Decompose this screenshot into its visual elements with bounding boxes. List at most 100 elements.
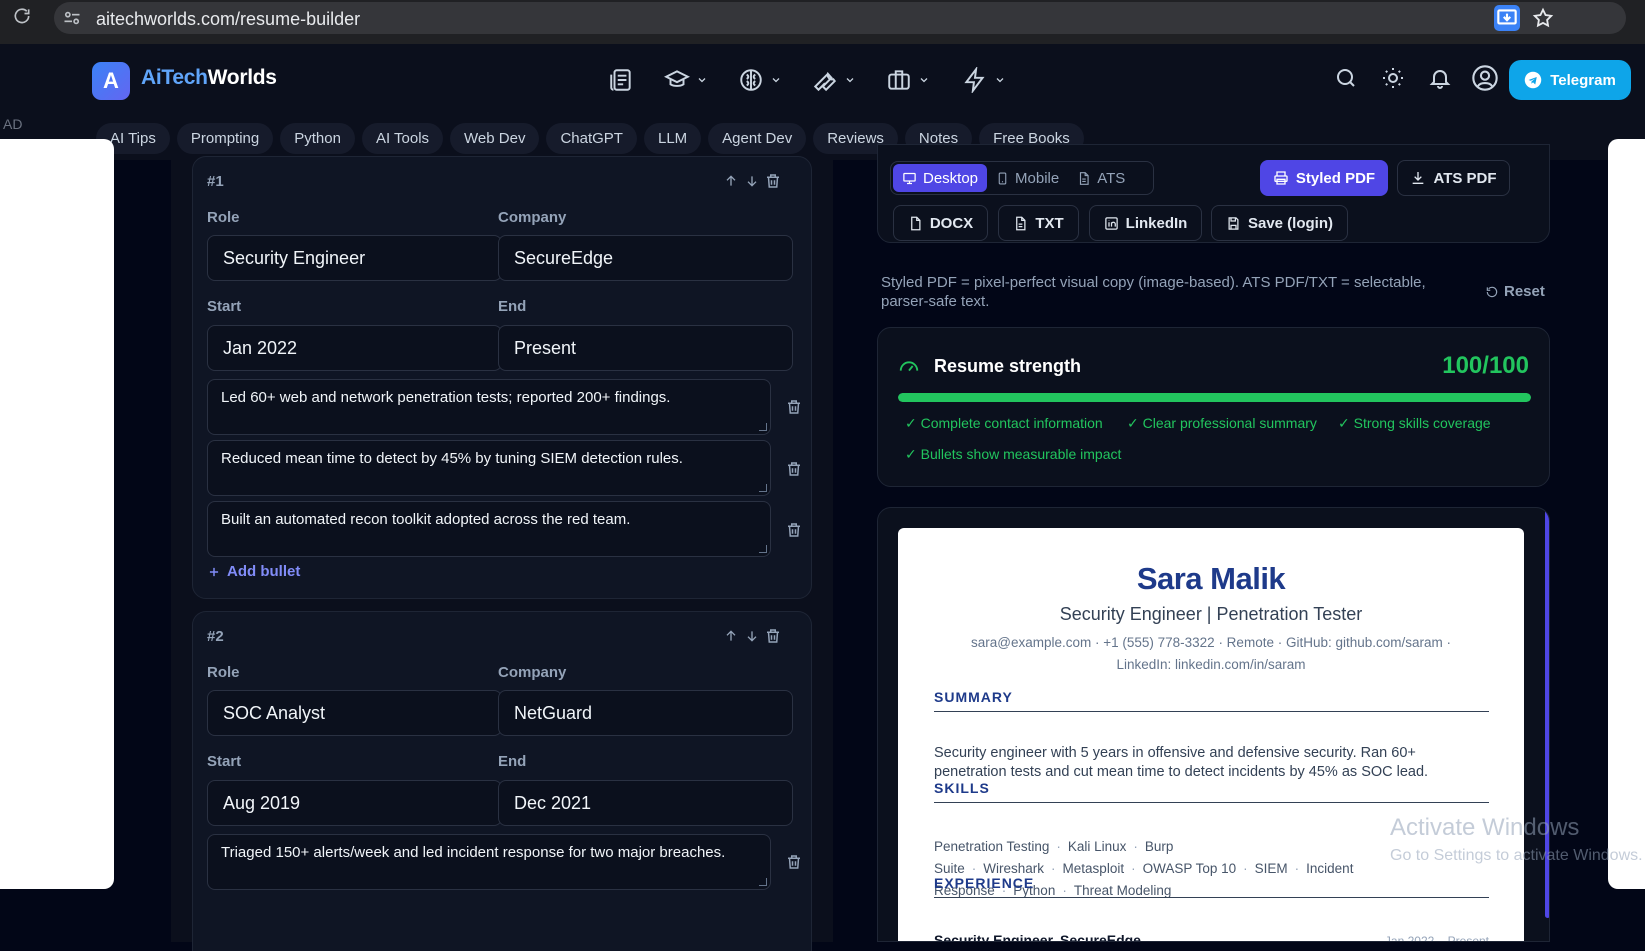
move-down-icon[interactable] [744,628,760,644]
delete-bullet-icon[interactable] [785,460,803,478]
resize-handle[interactable] [759,423,767,431]
url-text[interactable]: aitechworlds.com/resume-builder [96,9,360,30]
skill-item: OWASP Top 10 [1142,861,1237,876]
strength-progress-bar [898,393,1531,402]
start-date-input[interactable]: Aug 2019 [207,780,502,826]
lightning-icon [964,67,985,93]
start-date-input[interactable]: Jan 2022 [207,325,502,371]
skill-separator: · [1131,861,1136,876]
experience-card: #1 Role Company Security Engineer Secure… [192,156,812,599]
resume-page: Sara Malik Security Engineer | Penetrati… [898,528,1524,942]
nav-learn-menu[interactable] [664,66,708,94]
telegram-button[interactable]: Telegram [1509,60,1631,100]
phone-icon [998,172,1007,184]
monitor-icon [903,172,916,184]
experience-index: #2 [207,628,224,645]
resize-handle[interactable] [759,545,767,553]
install-app-icon[interactable] [1494,5,1520,31]
tab-mobile[interactable]: Mobile [987,164,1068,192]
resize-handle[interactable] [759,878,767,886]
plus-icon [209,567,219,576]
reload-icon[interactable] [12,6,32,26]
resume-experience-dates: Jan 2022 – Present [1384,934,1489,942]
logo-wordmark[interactable]: AiTechWorlds [141,66,277,90]
category-pill[interactable]: Python [280,123,355,154]
skill-item: Metasploit [1062,861,1125,876]
export-toolbar: Desktop Mobile ATS Styled PDF ATS PDF DO… [877,144,1550,243]
tab-ats[interactable]: ATS [1068,164,1134,192]
role-input[interactable]: Security Engineer [207,235,502,281]
skill-separator: · [1133,839,1138,854]
ad-slot-right[interactable] [1608,139,1645,889]
tab-desktop[interactable]: Desktop [893,164,988,192]
delete-bullet-icon[interactable] [785,853,803,871]
bullet-textarea[interactable]: Led 60+ web and network penetration test… [207,379,771,435]
reset-button[interactable]: Reset [1485,283,1545,300]
check-item: ✓ Bullets show measurable impact [905,446,1122,462]
chevron-down-icon [846,78,854,83]
resize-handle[interactable] [759,484,767,492]
logo-mark[interactable]: A [92,62,130,100]
category-pill[interactable]: AI Tools [361,123,444,154]
telegram-icon [1524,71,1542,89]
delete-bullet-icon[interactable] [785,521,803,539]
file-text-icon [1016,216,1026,230]
experience-card: #2 Role Company SOC Analyst NetGuard Sta… [192,611,812,951]
user-account-icon[interactable] [1471,64,1499,92]
skill-separator: · [1243,861,1248,876]
move-up-icon[interactable] [723,173,739,189]
delete-experience-icon[interactable] [764,627,782,645]
docx-button[interactable]: DOCX [893,205,988,241]
file-icon [910,216,921,230]
role-input[interactable]: SOC Analyst [207,690,502,736]
chevron-down-icon [920,78,928,83]
summary-heading: SUMMARY [934,689,1489,712]
move-down-icon[interactable] [744,173,760,189]
category-pill[interactable]: Agent Dev [708,123,807,154]
view-mode-tabs: Desktop Mobile ATS [890,161,1154,195]
bookmark-star-icon[interactable] [1532,7,1554,29]
save-login-button[interactable]: Save (login) [1211,205,1348,241]
skill-separator: · [1294,861,1300,876]
company-input[interactable]: NetGuard [498,690,793,736]
add-bullet-button[interactable]: Add bullet [207,563,300,580]
end-date-input[interactable]: Present [498,325,793,371]
txt-button[interactable]: TXT [998,205,1079,241]
company-label: Company [498,209,567,226]
delete-experience-icon[interactable] [764,172,782,190]
nav-projects-menu[interactable] [886,66,930,94]
windows-activation-hint: Go to Settings to activate Windows. [1390,847,1643,864]
bullet-textarea[interactable]: Reduced mean time to detect by 45% by tu… [207,440,771,496]
resume-title: Security Engineer | Penetration Tester [1059,604,1363,624]
linkedin-icon [1104,216,1118,230]
company-input[interactable]: SecureEdge [498,235,793,281]
ad-slot-left[interactable] [0,139,114,889]
category-pill[interactable]: Prompting [176,123,274,154]
bullet-textarea[interactable]: Built an automated recon toolkit adopted… [207,501,771,557]
resume-preview[interactable]: Sara Malik Security Engineer | Penetrati… [877,507,1550,942]
notification-bell-icon[interactable] [1428,66,1456,94]
strength-score: 100/100 [1442,352,1529,379]
category-pill[interactable]: LLM [643,123,702,154]
company-label: Company [498,664,567,681]
nav-ai-menu[interactable] [738,66,782,94]
end-date-input[interactable]: Dec 2021 [498,780,793,826]
skill-item: SIEM [1254,861,1288,876]
strength-progress-fill [898,393,1531,402]
ats-pdf-button[interactable]: ATS PDF [1397,160,1510,196]
move-up-icon[interactable] [723,628,739,644]
category-pill[interactable]: ChatGPT [546,123,637,154]
search-icon[interactable] [1334,66,1362,94]
bullet-textarea[interactable]: Triaged 150+ alerts/week and led inciden… [207,834,771,890]
site-settings-icon[interactable] [62,8,82,28]
address-bar[interactable]: aitechworlds.com/resume-builder [54,2,1626,34]
theme-sun-icon[interactable] [1381,66,1409,94]
styled-pdf-button[interactable]: Styled PDF [1260,160,1388,196]
nav-quick-menu[interactable] [962,66,1006,94]
resume-name: Sara Malik [1136,561,1286,596]
delete-bullet-icon[interactable] [785,398,803,416]
nav-articles-icon[interactable] [608,66,634,94]
nav-tools-menu[interactable] [812,66,856,94]
linkedin-button[interactable]: LinkedIn [1089,205,1202,241]
category-pill[interactable]: Web Dev [450,123,540,154]
